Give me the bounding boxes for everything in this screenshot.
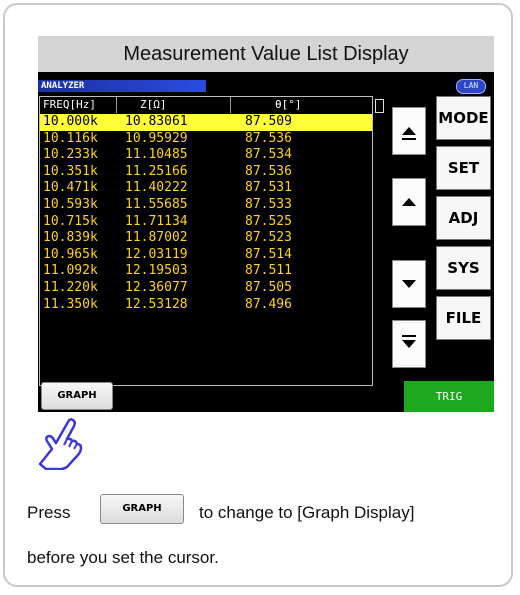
header-freq: FREQ[Hz]	[43, 98, 96, 111]
instruction-text-line2: before you set the cursor.	[27, 548, 219, 567]
scroll-thumb[interactable]	[375, 99, 384, 113]
cell-theta: 87.533	[245, 196, 292, 212]
cell-freq: 10.593k	[43, 196, 98, 212]
cell-freq: 10.965k	[43, 246, 98, 262]
header-z: Z[Ω]	[140, 98, 167, 111]
cell-freq: 10.351k	[43, 163, 98, 179]
table-row[interactable]: 10.351k 11.25166 87.536	[40, 164, 372, 181]
mode-tab: ANALYZER	[38, 80, 206, 92]
trig-button[interactable]: TRIG	[404, 381, 494, 412]
instruction-text: Press	[27, 503, 71, 522]
table-row[interactable]: 10.593k 11.55685 87.533	[40, 197, 372, 214]
cell-freq: 10.233k	[43, 147, 98, 163]
cell-freq: 10.116k	[43, 130, 98, 146]
header-theta: θ[°]	[275, 98, 302, 111]
pointing-hand-icon	[38, 418, 83, 470]
cell-theta: 87.505	[245, 279, 292, 295]
table-row[interactable]: 11.092k 12.19503 87.511	[40, 263, 372, 280]
file-button[interactable]: FILE	[436, 296, 491, 340]
cell-theta: 87.525	[245, 213, 292, 229]
table-row[interactable]: 10.000k 10.83061 87.509	[40, 114, 372, 131]
page-up-button[interactable]	[392, 107, 426, 155]
cell-freq: 10.839k	[43, 230, 98, 246]
page-up-icon	[402, 127, 416, 135]
adj-button[interactable]: ADJ	[436, 196, 491, 240]
cell-z: 11.40222	[125, 180, 188, 196]
instruction-text-tail: to change to [Graph Display]	[199, 503, 415, 522]
scroll-down-button[interactable]	[392, 260, 426, 308]
measurement-list: FREQ[Hz] Z[Ω] θ[°] 10.000k 10.83061 87.509…	[39, 96, 373, 386]
cell-theta: 87.496	[245, 296, 292, 312]
cell-theta: 87.509	[245, 114, 292, 129]
cell-freq: 11.220k	[43, 279, 98, 295]
page-title: Measurement Value List Display	[38, 36, 494, 72]
table-row[interactable]: 10.233k 11.10485 87.534	[40, 147, 372, 164]
cell-theta: 87.536	[245, 163, 292, 179]
cell-theta: 87.534	[245, 147, 292, 163]
cell-freq: 10.715k	[43, 213, 98, 229]
inline-graph-button: GRAPH	[100, 494, 184, 524]
arrow-down-icon	[402, 280, 416, 288]
cell-z: 12.19503	[125, 263, 188, 279]
cell-z: 11.55685	[125, 196, 188, 212]
cell-z: 11.25166	[125, 163, 188, 179]
cell-theta: 87.514	[245, 246, 292, 262]
page-down-button[interactable]	[392, 320, 426, 368]
arrow-up-icon	[402, 198, 416, 206]
page-down-icon	[402, 340, 416, 348]
table-row[interactable]: 10.116k 10.95929 87.536	[40, 131, 372, 148]
table-row[interactable]: 11.220k 12.36077 87.505	[40, 280, 372, 297]
cell-z: 12.03119	[125, 246, 188, 262]
analyzer-screen: ANALYZER LAN FREQ[Hz] Z[Ω] θ[°] 10.000k 1…	[38, 72, 494, 412]
graph-button[interactable]: GRAPH	[41, 382, 113, 410]
table-row[interactable]: 11.350k 12.53128 87.496	[40, 297, 372, 314]
cell-freq: 11.092k	[43, 263, 98, 279]
mode-button[interactable]: MODE	[436, 96, 491, 140]
cell-z: 12.53128	[125, 296, 188, 312]
cell-z: 10.95929	[125, 130, 188, 146]
table-row[interactable]: 10.839k 11.87002 87.523	[40, 230, 372, 247]
table-rows: 10.000k 10.83061 87.509 10.116k 10.95929 87.5…	[40, 114, 372, 313]
header-divider	[116, 97, 117, 113]
cell-freq: 10.000k	[43, 114, 98, 129]
list-scrollbar[interactable]	[375, 99, 384, 384]
cell-theta: 87.536	[245, 130, 292, 146]
table-row[interactable]: 10.715k 11.71134 87.525	[40, 214, 372, 231]
cell-freq: 10.471k	[43, 180, 98, 196]
scroll-up-button[interactable]	[392, 178, 426, 226]
lan-badge: LAN	[456, 79, 486, 94]
cell-freq: 11.350k	[43, 296, 98, 312]
set-button[interactable]: SET	[436, 146, 491, 190]
table-row[interactable]: 10.965k 12.03119 87.514	[40, 247, 372, 264]
cell-z: 11.71134	[125, 213, 188, 229]
cell-z: 10.83061	[125, 114, 188, 129]
header-divider	[230, 97, 231, 113]
cell-z: 12.36077	[125, 279, 188, 295]
cell-z: 11.87002	[125, 230, 188, 246]
cell-theta: 87.523	[245, 230, 292, 246]
cell-theta: 87.511	[245, 263, 292, 279]
cell-z: 11.10485	[125, 147, 188, 163]
table-row[interactable]: 10.471k 11.40222 87.531	[40, 180, 372, 197]
cell-theta: 87.531	[245, 180, 292, 196]
sys-button[interactable]: SYS	[436, 246, 491, 290]
